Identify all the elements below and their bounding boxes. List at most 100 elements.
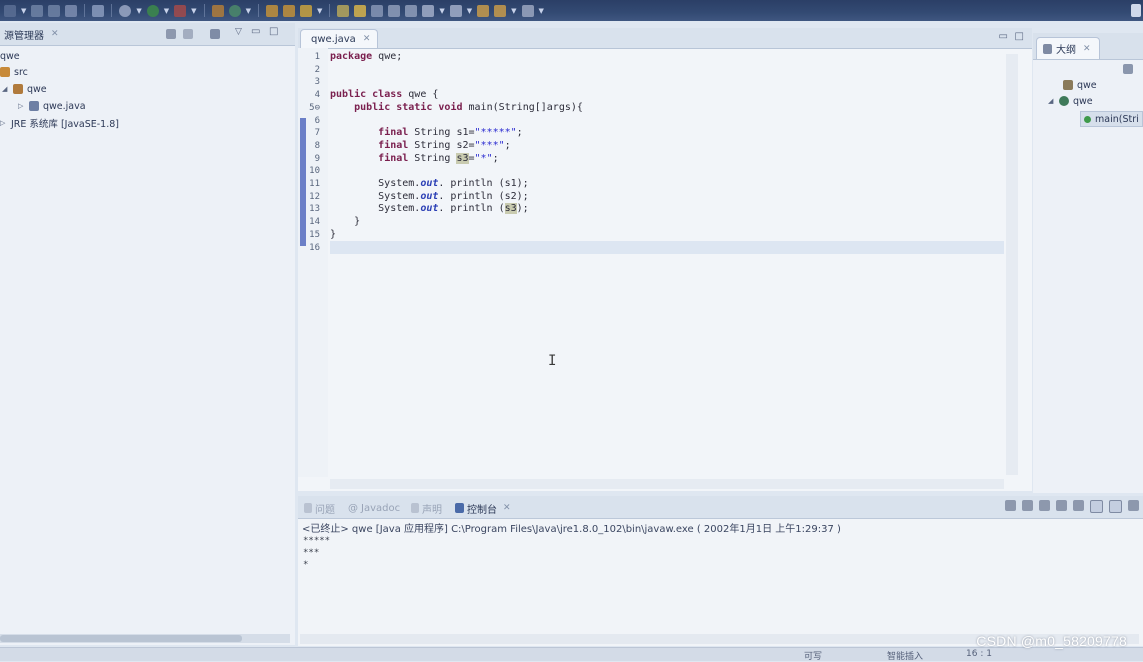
outline-item-method[interactable]: main(Stri — [1080, 111, 1143, 127]
terminate-icon[interactable] — [1005, 500, 1016, 511]
vertical-scrollbar[interactable] — [1006, 54, 1018, 475]
last-edit-icon[interactable] — [477, 4, 490, 17]
new-icon[interactable] — [4, 4, 16, 17]
tab-declaration[interactable]: 声明 — [411, 500, 442, 516]
tree-item-jre[interactable]: ▷ JRE 系统库 [JavaSE-1.8] — [0, 116, 119, 130]
view-menu-icon[interactable]: ▽ — [235, 27, 242, 37]
close-icon[interactable]: ✕ — [503, 503, 511, 513]
prev-annotation-icon[interactable] — [449, 4, 462, 17]
dropdown-arrow-icon[interactable]: ▼ — [21, 7, 26, 15]
minimize-icon[interactable]: ▭ — [999, 31, 1008, 42]
collapse-triangle-icon[interactable]: ▷ — [18, 102, 25, 110]
block-selection-icon[interactable] — [388, 4, 401, 17]
minimize-icon[interactable]: ▭ — [251, 26, 260, 37]
code-text-area[interactable]: package qwe; public class qwe { public st… — [330, 48, 1004, 477]
remove-all-icon[interactable] — [1039, 500, 1050, 511]
code-editor-panel: qwe.java ✕ ▭ □ 1 2 3 4 5⊖ 6 7 8 9 10 11 12 13 14 15 16 … — [298, 28, 1032, 491]
dropdown-arrow-icon[interactable]: ▼ — [317, 7, 322, 15]
expand-triangle-icon[interactable]: ◢ — [2, 85, 9, 93]
tab-problems[interactable]: 问题 — [304, 500, 335, 516]
close-icon[interactable]: ✕ — [363, 34, 371, 44]
link-editor-icon[interactable] — [183, 29, 193, 39]
open-task-icon[interactable] — [282, 4, 295, 17]
save-all-icon[interactable] — [48, 4, 61, 17]
tree-item-package[interactable]: ◢ qwe — [2, 82, 47, 96]
line-number: 11 — [309, 179, 320, 189]
code-token: ; — [504, 139, 511, 151]
display-console-icon[interactable] — [1109, 500, 1122, 513]
sort-icon[interactable] — [1123, 64, 1133, 74]
toolbar-separator — [84, 4, 86, 17]
show-whitespace-icon[interactable] — [371, 4, 384, 17]
expand-triangle-icon[interactable]: ◢ — [1048, 97, 1055, 105]
tree-item-file[interactable]: ▷ qwe.java — [18, 99, 86, 113]
collapse-all-icon[interactable] — [166, 29, 176, 39]
open-type-icon[interactable] — [265, 4, 278, 17]
collapse-triangle-icon[interactable]: ▷ — [0, 119, 7, 127]
outline-item-class[interactable]: ◢ qwe — [1048, 94, 1093, 108]
maximize-icon[interactable]: □ — [1015, 31, 1024, 42]
new-package-icon[interactable] — [211, 4, 224, 17]
forward-icon[interactable] — [521, 4, 534, 17]
word-wrap-icon[interactable] — [1073, 500, 1084, 511]
code-token: ; — [492, 152, 499, 164]
word-wrap-icon[interactable] — [405, 4, 418, 17]
dropdown-arrow-icon[interactable]: ▼ — [136, 7, 141, 15]
code-token: System. — [330, 190, 421, 202]
dropdown-arrow-icon[interactable]: ▼ — [164, 7, 169, 15]
method-icon — [1084, 115, 1091, 123]
print-icon[interactable] — [65, 4, 78, 17]
line-number: 15 — [309, 229, 320, 240]
next-annotation-icon[interactable] — [422, 4, 435, 17]
tab-qwe-java[interactable]: qwe.java ✕ — [300, 29, 378, 48]
maximize-icon[interactable]: □ — [269, 26, 278, 37]
line-number: 3 — [314, 77, 320, 88]
tree-item-label: src — [14, 66, 28, 78]
keyword-token: package — [330, 51, 373, 62]
javadoc-icon: @ — [348, 502, 358, 514]
dropdown-arrow-icon[interactable]: ▼ — [439, 7, 444, 15]
pin-console-icon[interactable] — [1090, 500, 1103, 513]
line-number: 16 — [309, 242, 320, 253]
problems-icon — [304, 503, 312, 513]
scrollbar-thumb[interactable] — [0, 635, 242, 642]
build-icon[interactable] — [299, 4, 312, 17]
string-token: "***" — [474, 139, 505, 151]
dropdown-arrow-icon[interactable]: ▼ — [511, 7, 516, 15]
tree-item-project[interactable]: qwe — [0, 49, 20, 63]
tab-package-explorer[interactable]: 源管理器 ✕ — [0, 24, 67, 44]
tab-label: 声明 — [422, 504, 442, 516]
scroll-lock-icon[interactable] — [1056, 500, 1067, 511]
dropdown-arrow-icon[interactable]: ▼ — [191, 7, 196, 15]
outline-item-package[interactable]: qwe — [1063, 78, 1097, 92]
filter-icon[interactable] — [210, 29, 220, 39]
code-token: } — [330, 216, 361, 228]
console-icon — [455, 503, 464, 513]
code-token: main(String[]args){ — [462, 101, 583, 113]
search-icon[interactable] — [92, 4, 105, 17]
tab-javadoc[interactable]: @ Javadoc — [348, 500, 400, 516]
close-icon[interactable]: ✕ — [1083, 44, 1091, 54]
highlight-icon[interactable] — [354, 4, 367, 17]
external-tools-icon[interactable] — [174, 4, 187, 17]
tab-console[interactable]: 控制台 ✕ — [455, 500, 511, 516]
tab-outline[interactable]: 大纲 ✕ — [1036, 37, 1100, 59]
back-icon[interactable] — [494, 4, 507, 17]
save-icon[interactable] — [31, 4, 44, 17]
horizontal-scrollbar[interactable] — [330, 479, 1004, 489]
debug-icon[interactable] — [119, 4, 132, 17]
text-cursor-icon: I — [548, 353, 557, 369]
new-class-icon[interactable] — [228, 4, 241, 17]
open-console-icon[interactable] — [1128, 500, 1139, 511]
dropdown-arrow-icon[interactable]: ▼ — [246, 7, 251, 15]
close-icon[interactable]: ✕ — [51, 29, 59, 39]
dropdown-arrow-icon[interactable]: ▼ — [467, 7, 472, 15]
line-number: 14 — [309, 217, 320, 228]
remove-launch-icon[interactable] — [1022, 500, 1033, 511]
dropdown-arrow-icon[interactable]: ▼ — [539, 7, 544, 15]
perspective-icon[interactable] — [1131, 4, 1141, 17]
toggle-mark-icon[interactable] — [337, 4, 350, 17]
tree-item-src[interactable]: src — [0, 65, 28, 79]
run-icon[interactable] — [146, 4, 159, 17]
horizontal-scrollbar[interactable] — [0, 634, 290, 643]
